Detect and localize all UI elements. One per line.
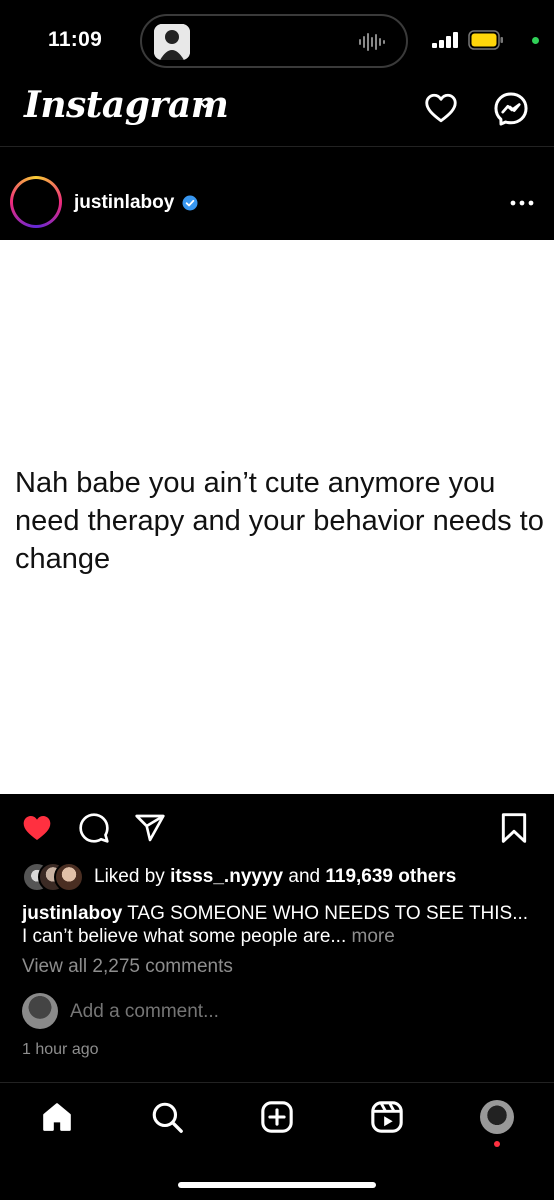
like-icon[interactable] xyxy=(20,812,54,844)
audio-waveform-icon xyxy=(359,33,385,51)
post-username[interactable]: justinlaboy xyxy=(74,192,174,214)
liker-avatar xyxy=(54,862,84,892)
search-icon[interactable] xyxy=(150,1100,184,1134)
notification-dot xyxy=(494,1141,500,1147)
create-post-icon[interactable] xyxy=(260,1100,294,1134)
liker-avatars[interactable] xyxy=(22,862,86,892)
comment-icon[interactable] xyxy=(78,812,110,844)
likes-prefix: Liked by xyxy=(94,866,165,887)
post-image[interactable]: Nah babe you ain’t cute anymore you need… xyxy=(0,240,554,794)
messenger-icon[interactable] xyxy=(492,90,530,128)
signal-icon xyxy=(432,32,458,48)
caption-username[interactable]: justinlaboy xyxy=(22,903,122,924)
header-divider xyxy=(0,146,554,147)
save-icon[interactable] xyxy=(500,812,528,844)
post-timestamp: 1 hour ago xyxy=(22,1041,99,1058)
my-avatar xyxy=(22,993,58,1029)
more-options-icon[interactable] xyxy=(510,200,534,206)
home-icon[interactable] xyxy=(40,1100,74,1134)
profile-tab-avatar[interactable] xyxy=(480,1100,514,1134)
chevron-down-icon[interactable] xyxy=(196,98,214,110)
tab-bar-divider xyxy=(0,1082,554,1083)
home-indicator[interactable] xyxy=(178,1182,376,1188)
dynamic-island[interactable] xyxy=(140,14,408,68)
add-comment-input[interactable] xyxy=(70,1001,370,1023)
story-avatar[interactable] xyxy=(10,176,62,228)
share-icon[interactable] xyxy=(134,812,166,844)
avatar xyxy=(13,179,59,225)
now-playing-thumbnail xyxy=(154,24,190,60)
verified-badge-icon xyxy=(182,195,198,211)
heart-icon[interactable] xyxy=(422,90,460,126)
likes-joiner: and xyxy=(288,866,321,887)
post-caption[interactable]: justinlaboy TAG SOMEONE WHO NEEDS TO SEE… xyxy=(22,902,532,948)
post-image-text: Nah babe you ain’t cute anymore you need… xyxy=(15,467,544,575)
view-all-comments-link[interactable]: View all 2,275 comments xyxy=(22,956,233,978)
status-time: 11:09 xyxy=(48,28,103,51)
privacy-indicator-dot xyxy=(532,37,539,44)
battery-icon xyxy=(468,30,503,50)
liker-username[interactable]: itsss_.nyyyy xyxy=(170,866,283,887)
likes-summary[interactable]: Liked by itsss_.nyyyy and 119,639 others xyxy=(94,866,456,888)
caption-more-link[interactable]: more xyxy=(352,926,395,947)
likes-count[interactable]: 119,639 others xyxy=(325,866,456,887)
reels-icon[interactable] xyxy=(370,1100,404,1134)
